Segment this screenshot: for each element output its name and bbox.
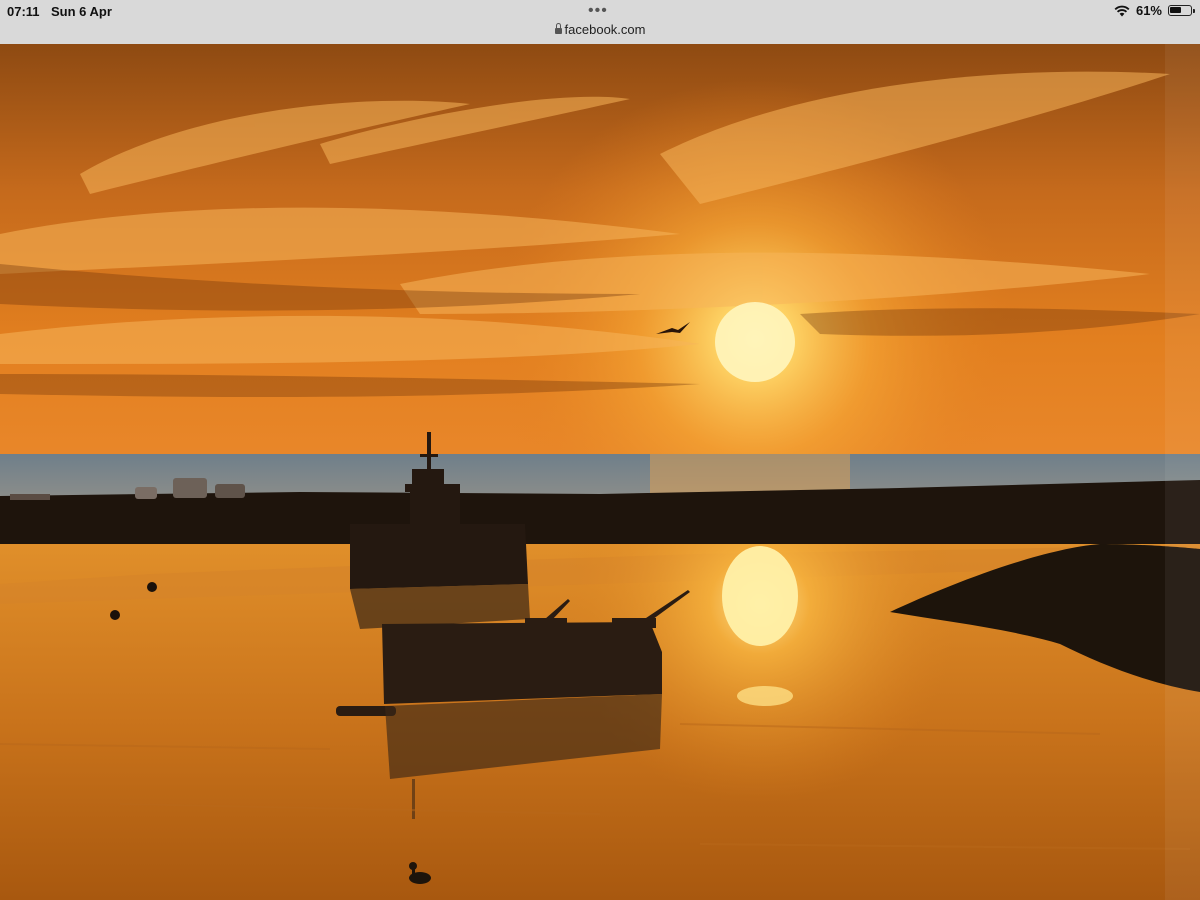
status-right: 61% <box>1114 3 1195 18</box>
status-date: Sun 6 Apr <box>51 4 112 19</box>
browser-status-bar: 07:11 Sun 6 Apr ••• facebook.com 61% <box>0 0 1200 45</box>
address-bar[interactable]: facebook.com <box>0 22 1200 37</box>
url-text: facebook.com <box>564 22 646 37</box>
sunset-harbour-image <box>0 44 1200 900</box>
sunset-photo[interactable] <box>0 44 1200 900</box>
ellipsis-icon[interactable]: ••• <box>588 3 608 19</box>
battery-fill <box>1170 7 1181 13</box>
wifi-icon <box>1114 5 1130 16</box>
battery-percent: 61% <box>1135 3 1162 18</box>
lock-icon <box>554 23 562 34</box>
status-time: 07:11 <box>7 4 40 19</box>
battery-icon <box>1168 5 1195 16</box>
